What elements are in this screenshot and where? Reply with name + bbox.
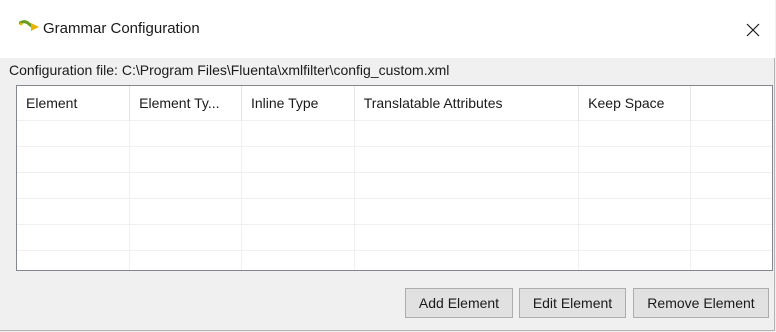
column-header-keep-space[interactable]: Keep Space (578, 86, 691, 120)
column-header-translatable-attributes[interactable]: Translatable Attributes (354, 86, 580, 120)
empty-table-row (17, 249, 772, 270)
close-icon (746, 23, 760, 37)
table-header-row: Element Element Ty... Inline Type Transl… (17, 86, 772, 120)
config-file-label: Configuration file: C:\Program Files\Flu… (9, 62, 450, 78)
fluenta-arrow-icon (19, 20, 39, 31)
add-element-button[interactable]: Add Element (405, 288, 513, 318)
elements-table[interactable]: Element Element Ty... Inline Type Transl… (16, 85, 773, 271)
empty-table-row (17, 145, 772, 172)
close-button[interactable] (731, 10, 775, 50)
empty-table-row (17, 171, 772, 198)
remove-element-button[interactable]: Remove Element (633, 288, 769, 318)
empty-table-row (17, 197, 772, 224)
empty-table-row (17, 119, 772, 146)
window-title: Grammar Configuration (43, 20, 200, 37)
column-header-filler (690, 86, 772, 120)
grammar-config-window: Grammar Configuration Configuration file… (0, 0, 775, 331)
title-bar: Grammar Configuration (0, 0, 775, 58)
column-header-element-type[interactable]: Element Ty... (129, 86, 242, 120)
empty-table-row (17, 223, 772, 250)
column-header-inline-type[interactable]: Inline Type (241, 86, 355, 120)
edit-element-button[interactable]: Edit Element (519, 288, 626, 318)
column-header-element[interactable]: Element (17, 86, 131, 120)
